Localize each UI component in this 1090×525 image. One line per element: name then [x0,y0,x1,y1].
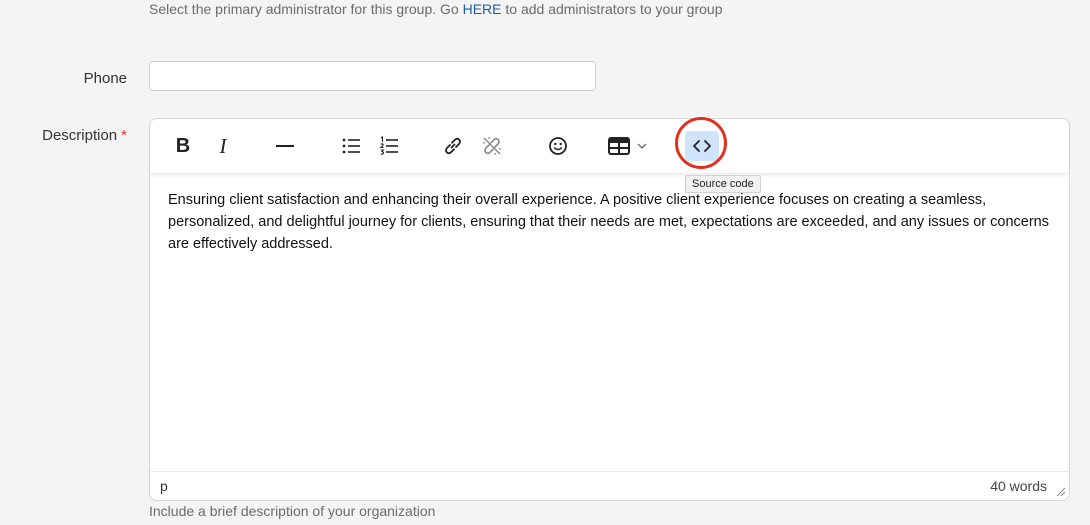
source-code-tooltip: Source code [685,175,761,193]
required-marker: * [121,127,127,144]
rich-text-editor: B I Ensuring client satisfaction and enh… [149,118,1070,501]
phone-input[interactable] [149,61,596,91]
bullet-list-icon [342,138,360,154]
admin-hint-text: Select the primary administrator for thi… [149,1,463,17]
word-count: 40 words [990,478,1047,494]
phone-label: Phone [83,70,127,87]
group-settings-form: Select the primary administrator for thi… [0,0,1090,525]
resize-handle-icon[interactable] [1055,486,1065,496]
italic-button[interactable]: I [206,131,240,161]
insert-link-button[interactable] [436,131,470,161]
table-icon [608,137,630,155]
bold-button[interactable]: B [166,131,200,161]
editor-toolbar: B I [150,119,1069,174]
description-label: Description * [42,127,127,144]
editor-content[interactable]: Ensuring client satisfaction and enhanci… [168,189,1051,255]
description-label-text: Description [42,127,118,144]
numbered-list-button[interactable] [372,131,406,161]
unlink-icon [483,137,501,155]
remove-link-button[interactable] [475,131,509,161]
editor-statusbar: p 40 words [150,471,1069,500]
admin-here-link[interactable]: HERE [463,1,502,17]
source-code-button[interactable] [685,131,719,161]
horizontal-line-icon [276,145,294,147]
admin-hint-text-after: to add administrators to your group [501,1,723,17]
emoji-icon [549,137,567,155]
emoji-button[interactable] [541,131,575,161]
source-code-icon [693,140,711,152]
table-button[interactable] [605,131,651,161]
numbered-list-icon [379,136,398,155]
link-icon [445,137,461,155]
element-path[interactable]: p [160,478,168,494]
horizontal-line-button[interactable] [268,131,302,161]
bullet-list-button[interactable] [334,131,368,161]
chevron-down-icon [637,143,647,149]
description-hint: Include a brief description of your orga… [149,503,436,519]
admin-hint: Select the primary administrator for thi… [149,0,723,18]
